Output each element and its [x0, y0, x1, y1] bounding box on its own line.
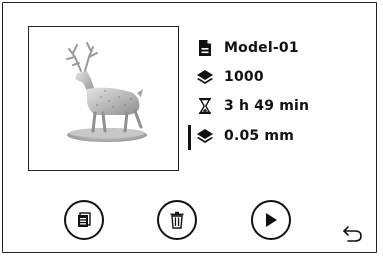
- trash-icon: [170, 211, 184, 229]
- file-name-row: Model-01: [195, 37, 299, 59]
- model-preview: [28, 26, 179, 171]
- hourglass-icon: [195, 96, 215, 116]
- back-arrow-icon: [343, 226, 362, 242]
- file-name: Model-01: [224, 40, 299, 56]
- play-icon: [266, 213, 277, 227]
- layer-count: 1000: [224, 69, 264, 85]
- document-icon: [195, 38, 215, 58]
- layers-icon: [195, 67, 215, 87]
- print-detail-screen: Model-01 1000 3 h 49 min 0.05 mm: [2, 2, 377, 253]
- model-preview-image: [66, 42, 147, 142]
- back-button[interactable]: [342, 223, 364, 243]
- delete-button[interactable]: [157, 200, 197, 240]
- file-list-button[interactable]: [64, 200, 104, 240]
- layer-height-row: 0.05 mm: [195, 125, 294, 147]
- print-time-row: 3 h 49 min: [195, 95, 309, 117]
- start-print-button[interactable]: [251, 200, 291, 240]
- layer-height-marker: [188, 125, 191, 150]
- file-list-icon: [78, 212, 91, 227]
- layer-count-row: 1000: [195, 66, 264, 88]
- layer-height-icon: [195, 126, 215, 146]
- layer-height: 0.05 mm: [224, 128, 294, 144]
- print-time: 3 h 49 min: [224, 98, 310, 114]
